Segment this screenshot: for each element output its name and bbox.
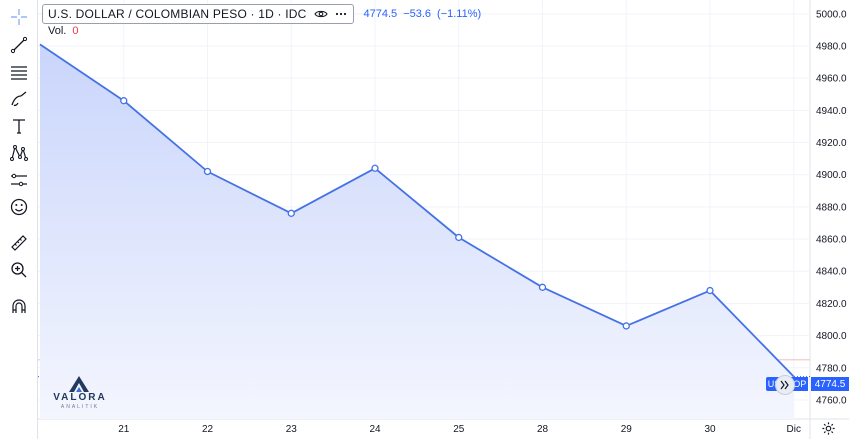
data-point bbox=[203, 167, 212, 176]
double-chevron-right-icon bbox=[780, 380, 789, 390]
y-tick-label: 4860.0 bbox=[816, 235, 847, 246]
data-point bbox=[455, 233, 463, 242]
y-tick-label: 5000.0 bbox=[816, 9, 847, 20]
x-tick-label: 21 bbox=[118, 424, 130, 435]
drawing-toolbar bbox=[0, 0, 38, 439]
area-fill bbox=[40, 44, 794, 420]
price-chart[interactable]: 5000.0 4980.0 4960.0 4940.0 4920.0 4900.0 4880… bbox=[38, 0, 849, 439]
chart-legend: U.S. DOLLAR / COLOMBIAN PESO · 1D · IDC … bbox=[42, 3, 487, 25]
chart-window: 5000.0 4980.0 4960.0 4940.0 4920.0 4900.0 4880… bbox=[0, 0, 849, 439]
last-price-tag: 4774.5 bbox=[811, 377, 849, 391]
price-change: −53.6 bbox=[403, 8, 432, 20]
ruler-icon[interactable] bbox=[7, 231, 31, 255]
price-change-percent: (−1.11%) bbox=[437, 8, 482, 20]
y-tick-label: 4780.0 bbox=[816, 363, 847, 374]
y-tick-label: 4920.0 bbox=[816, 138, 847, 149]
symbol-title[interactable]: U.S. DOLLAR / COLOMBIAN PESO · 1D · IDC bbox=[48, 7, 307, 21]
volume-label: Vol. bbox=[48, 25, 67, 37]
y-tick-label: 4820.0 bbox=[816, 299, 847, 310]
forecast-icon[interactable] bbox=[7, 168, 31, 192]
x-tick-label: 25 bbox=[453, 424, 465, 435]
x-tick-label: 29 bbox=[621, 424, 633, 435]
y-tick-label: 4880.0 bbox=[816, 202, 847, 213]
magnet-icon[interactable] bbox=[7, 295, 31, 319]
watermark-subtitle: ANALITIK bbox=[60, 404, 100, 410]
more-options-icon[interactable] bbox=[334, 7, 348, 21]
y-tick-label: 4900.0 bbox=[816, 170, 847, 181]
last-price: 4774.5 bbox=[363, 8, 398, 20]
y-tick-label: 4940.0 bbox=[816, 106, 847, 117]
symbol-selector[interactable]: U.S. DOLLAR / COLOMBIAN PESO · 1D · IDC bbox=[42, 4, 354, 24]
emoji-icon[interactable] bbox=[7, 195, 31, 219]
x-tick-label: Dic bbox=[787, 424, 801, 435]
crosshair-icon[interactable] bbox=[7, 5, 31, 29]
x-tick-label: 28 bbox=[537, 424, 549, 435]
data-point bbox=[371, 164, 379, 172]
x-tick-label: 22 bbox=[202, 424, 214, 435]
x-tick-label: 24 bbox=[369, 424, 381, 435]
zoom-icon[interactable] bbox=[7, 258, 31, 282]
text-icon[interactable] bbox=[7, 114, 31, 138]
scroll-to-realtime-button[interactable] bbox=[775, 375, 795, 395]
eye-icon[interactable] bbox=[313, 7, 328, 21]
volume-value: 0 bbox=[72, 25, 79, 37]
data-point bbox=[538, 283, 547, 291]
y-tick-label: 4800.0 bbox=[816, 331, 847, 342]
watermark-name: VALORA bbox=[53, 392, 107, 403]
fib-icon[interactable] bbox=[7, 60, 31, 84]
data-point bbox=[706, 286, 714, 295]
y-tick-label: 4760.0 bbox=[816, 395, 847, 406]
data-point bbox=[287, 209, 295, 217]
volume-legend: Vol. 0 bbox=[48, 25, 78, 37]
brush-icon[interactable] bbox=[7, 87, 31, 111]
data-point bbox=[120, 97, 128, 105]
pattern-icon[interactable] bbox=[7, 141, 31, 165]
valora-logo-icon bbox=[69, 376, 89, 392]
x-tick-label: 23 bbox=[286, 424, 298, 435]
y-tick-label: 4980.0 bbox=[816, 42, 847, 53]
data-point bbox=[622, 322, 630, 330]
watermark-logo: VALORA ANALITIK bbox=[50, 375, 110, 410]
y-tick-label: 4840.0 bbox=[816, 267, 847, 278]
price-readout: 4774.5 −53.6 (−1.11%) bbox=[364, 8, 488, 20]
trend-line-icon[interactable] bbox=[7, 33, 31, 57]
gear-icon[interactable] bbox=[821, 421, 836, 436]
y-tick-label: 4960.0 bbox=[816, 74, 847, 85]
x-tick-label: 30 bbox=[704, 424, 716, 435]
